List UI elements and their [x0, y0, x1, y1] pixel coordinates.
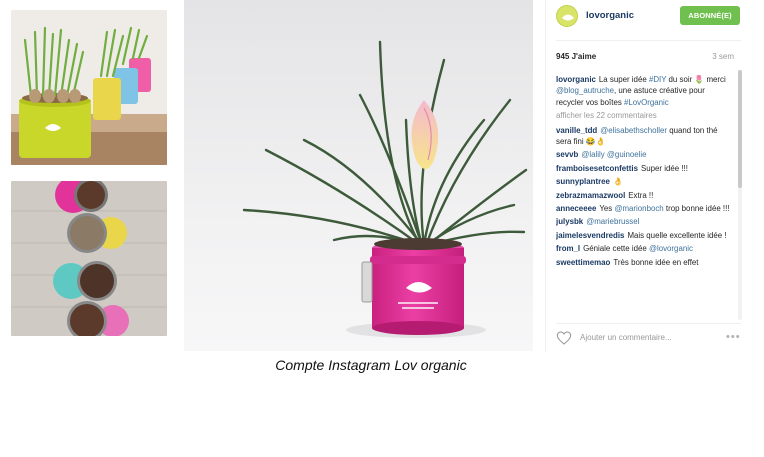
post-age[interactable]: 3 sem — [706, 52, 734, 61]
hashtag-link[interactable]: #DIY — [649, 75, 666, 84]
hashtag-link[interactable]: #LovOrganic — [624, 98, 669, 107]
heart-icon[interactable] — [556, 330, 572, 346]
avatar[interactable] — [556, 5, 578, 27]
post-header: lovorganic ABONNÉ(E) — [556, 5, 748, 27]
likes-count[interactable]: 945 J'aime — [556, 52, 596, 61]
comment: vanille_tdd @elisabethscholler quand ton … — [556, 125, 718, 147]
comment-username[interactable]: sevvb — [556, 150, 578, 159]
options-icon[interactable]: ••• — [726, 331, 741, 343]
mention-link[interactable]: @marionboch — [614, 204, 663, 213]
profile-username[interactable]: lovorganic — [586, 10, 634, 21]
avatar-logo-icon — [562, 14, 574, 21]
comment-username[interactable]: sunnyplantree — [556, 177, 610, 186]
follow-button[interactable]: ABONNÉ(E) — [680, 6, 740, 25]
show-more-comments-link[interactable]: afficher les 22 commentaires — [556, 110, 734, 121]
comment-username[interactable]: framboisesetconfettis — [556, 164, 638, 173]
caption-username[interactable]: lovorganic — [556, 75, 596, 84]
comment-username[interactable]: vanille_tdd — [556, 126, 597, 135]
comment: sevvb @lalily @guinoelie — [556, 149, 734, 160]
main-post-photo[interactable] — [184, 0, 533, 351]
comment: sunnyplantree 👌 — [556, 177, 623, 187]
mention-link[interactable]: @mariebrussel — [586, 217, 639, 226]
scrollbar-thumb[interactable] — [738, 70, 742, 188]
divider — [556, 40, 741, 41]
comment-username[interactable]: zebrazmamazwool — [556, 191, 625, 200]
comment: sweettimemao Très bonne idée en effet — [556, 257, 699, 267]
comment: anneceeee Yes @marionboch trop bonne idée… — [556, 204, 730, 214]
divider — [556, 323, 741, 324]
add-comment-input[interactable]: Ajouter un commentaire... — [580, 333, 672, 342]
thumbnail-tea-tins-photo[interactable] — [11, 181, 167, 336]
comment: from_l Géniale cette idée @lovorganic — [556, 244, 693, 254]
mention-link[interactable]: @blog_autruche — [556, 86, 614, 95]
mention-link[interactable]: @lalily @guinoelie — [581, 150, 646, 159]
comments-scrollbar[interactable] — [738, 70, 742, 320]
comment-username[interactable]: sweettimemao — [556, 258, 610, 267]
caption: lovorganic La super idée #DIY du soir 🌷 m… — [556, 75, 726, 107]
mention-link[interactable]: @elisabethscholler — [600, 126, 667, 135]
post-actions: Ajouter un commentaire... ••• — [556, 329, 746, 349]
mention-link[interactable]: @lovorganic — [649, 244, 693, 253]
figure-caption: Compte Instagram Lov organic — [275, 357, 467, 373]
comment: framboisesetconfettis Super idée !!! — [556, 163, 688, 173]
comment-username[interactable]: anneceeee — [556, 204, 596, 213]
comment-username[interactable]: julysbk — [556, 217, 583, 226]
instagram-post-panel: lovorganic ABONNÉ(E) 945 J'aime 3 sem lo… — [545, 0, 755, 352]
comments-list: lovorganic La super idée #DIY du soir 🌷 m… — [556, 74, 734, 320]
thumbnail-bulbs-photo[interactable] — [11, 10, 167, 165]
comment-username[interactable]: jaimelesvendredis — [556, 231, 624, 240]
comment-username[interactable]: from_l — [556, 244, 580, 253]
comment: jaimelesvendredis Mais quelle excellente … — [556, 230, 727, 240]
comment: julysbk @mariebrussel — [556, 216, 734, 227]
comment: zebrazmamazwool Extra !! — [556, 190, 654, 200]
